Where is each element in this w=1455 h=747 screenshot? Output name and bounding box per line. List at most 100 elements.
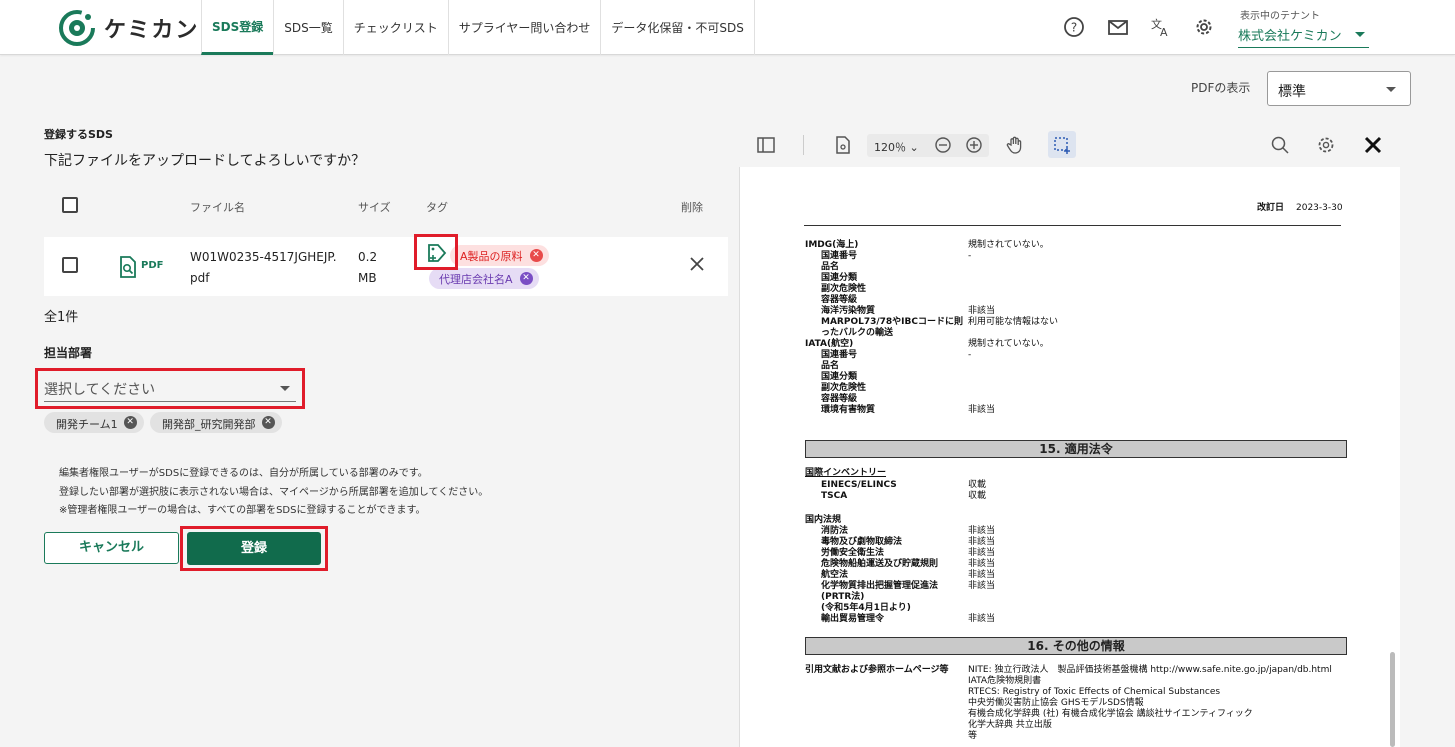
reference-line: 中央労働災害防止協会 GHSモデルSDS情報 [968,698,1144,708]
pdf-line-label: 航空法 [821,570,849,580]
pdf-line-value: 非該当 [968,526,996,536]
pdf-viewer: 120％ ⌄ 改訂日 2023-3-30 IMDG(海上) 規制されていない。 国連… [739,124,1400,747]
mail-icon[interactable] [1107,16,1129,38]
section-title: 登録するSDS [44,128,113,141]
reference-line: 化学大辞典 共立出版 [968,720,1052,730]
file-name: W01W0235-4517JGHEJP.pdf [190,250,337,285]
pdf-line-label: 環境有害物質 [821,405,876,415]
gear-icon[interactable] [1193,16,1215,38]
file-size: 0.2 MB [358,250,378,285]
pdf-line-label: 労働安全衛生法 [821,548,885,558]
zoom-out-icon[interactable] [934,136,952,154]
pdf-line-label: 副次危険性 [821,284,867,294]
department-select-field[interactable]: 選択してください [44,375,296,402]
nav-checklist[interactable]: チェックリスト [342,0,448,55]
pdf-line-value: 収載 [968,491,987,501]
confirm-question: 下記ファイルをアップロードしてよろしいですか？ [44,153,366,169]
hand-pan-icon[interactable] [1005,135,1025,155]
zoom-control: 120％ ⌄ [867,134,989,157]
pdf-line-label: 消防法 [821,526,849,536]
pdf-line-label: 輸出貿易管理令 [821,614,885,624]
tenant-label: 表示中のテナント [1240,11,1320,22]
pdf-line-label: 容器等級 [821,394,858,404]
column-tag: タグ [426,201,448,214]
document-icon[interactable] [833,135,853,155]
select-area-icon [1054,137,1070,154]
zoom-in-icon[interactable] [965,136,983,154]
pdf-line-label: 国連分類 [821,372,858,382]
pdf-line-value: 非該当 [968,614,996,624]
pdf-line-label: (PRTR法) [821,592,865,602]
section-15-heading: 15. 適用法令 [805,440,1347,458]
gear-icon[interactable] [1316,135,1336,155]
pdf-view-label: PDFの表示 [1191,81,1251,95]
department-chip-label: 開発部_研究開発部 [162,418,256,431]
nav-pending-sds[interactable]: データ化保留・不可SDS [600,0,755,55]
column-size: サイズ [358,201,391,214]
logo[interactable]: ケミカン [58,9,199,47]
row-checkbox[interactable] [62,257,78,273]
section-16-heading: 16. その他の情報 [805,637,1347,655]
chevron-down-icon [1386,87,1396,92]
department-chip-label: 開発チーム1 [56,418,118,431]
remove-department-icon[interactable]: ✕ [123,416,137,429]
selection-tool-button[interactable] [1048,131,1076,158]
department-title: 担当部署 [44,346,93,360]
pdf-label: PDF [141,260,164,271]
reference-line: RTECS: Registry of Toxic Effects of Chem… [968,687,1221,697]
help-icon[interactable]: ? [1063,16,1085,38]
pdf-line-value: 非該当 [968,537,996,547]
remove-tag-icon[interactable]: ✕ [519,272,533,285]
search-icon[interactable] [1270,135,1290,155]
tag-label: A製品の原料 [460,250,523,263]
reference-line: NITE: 独立行政法人 製品評価技術基盤機構 http://www.safe.… [968,665,1332,675]
nav-sds-register[interactable]: SDS登録 [201,0,274,55]
pdf-line-label: 品名 [821,262,840,272]
note-line: 編集者権限ユーザーがSDSに登録できるのは、自分が所属している部署のみです。 [59,468,428,479]
main-nav: SDS登録 SDS一覧 チェックリスト サプライヤー問い合わせ データ化保留・不… [201,0,755,55]
translate-icon[interactable]: 文A [1150,16,1172,38]
tag-chip: A製品の原料 ✕ [450,245,549,266]
revised-date: 2023-3-30 [1296,203,1343,213]
tenant-value: 株式会社ケミカン [1238,29,1342,44]
pdf-preview-link[interactable]: PDF [119,256,167,278]
pdf-line-value: 利用可能な情報はない [968,317,1059,327]
zoom-level[interactable]: 120％ ⌄ [874,139,919,155]
pdf-line-label: 国連番号 [821,251,858,261]
remove-department-icon[interactable]: ✕ [261,416,275,429]
pdf-page: 改訂日 2023-3-30 IMDG(海上) 規制されていない。 国連番号 - 品名 国連… [739,167,1400,747]
department-select[interactable]: 選択してください [35,368,305,409]
pdf-line-label: 容器等級 [821,295,858,305]
nav-sds-list[interactable]: SDS一覧 [273,0,342,55]
chevron-down-icon [1355,32,1365,37]
department-placeholder: 選択してください [44,382,156,398]
pdf-line-label: MARPOL73/78やIBCコードに則 [821,317,963,327]
register-button[interactable]: 登録 [187,532,321,565]
tag-chip: 代理店会社名A ✕ [429,268,539,289]
scrollbar-thumb[interactable] [1390,652,1395,747]
pdf-line-value: 非該当 [968,548,996,558]
pdf-view-value: 標準 [1278,84,1306,100]
pdf-line-value: - [968,350,972,360]
logo-icon [59,10,95,46]
pdf-view-select[interactable]: 標準 [1267,71,1411,106]
cancel-button[interactable]: キャンセル [44,532,179,564]
references-title: 引用文献および参照ホームページ等 [805,665,949,675]
pdf-toolbar: 120％ ⌄ [739,124,1400,167]
pdf-line-label: IATA(航空) [805,339,854,349]
sidebar-toggle-icon[interactable] [756,135,776,155]
select-all-checkbox[interactable] [62,197,78,213]
pdf-line-value: 非該当 [968,405,996,415]
pdf-line-label: IMDG(海上) [805,240,859,250]
pdf-line-label: 危険物船舶運送及び貯蔵規則 [821,559,939,569]
close-icon[interactable] [1363,135,1383,155]
add-tag-button[interactable] [414,234,458,270]
delete-row-icon[interactable] [690,257,704,271]
pdf-line-label: ったバルクの輸送 [821,328,894,338]
tenant-select[interactable]: 株式会社ケミカン [1238,22,1369,48]
nav-supplier-inquiry[interactable]: サプライヤー問い合わせ [447,0,601,55]
reference-line: IATA危険物規則書 [968,676,1042,686]
intl-title: 国際インベントリー [805,468,887,478]
pdf-line-label: EINECS/ELINCS [821,480,897,490]
remove-tag-icon[interactable]: ✕ [529,249,543,262]
